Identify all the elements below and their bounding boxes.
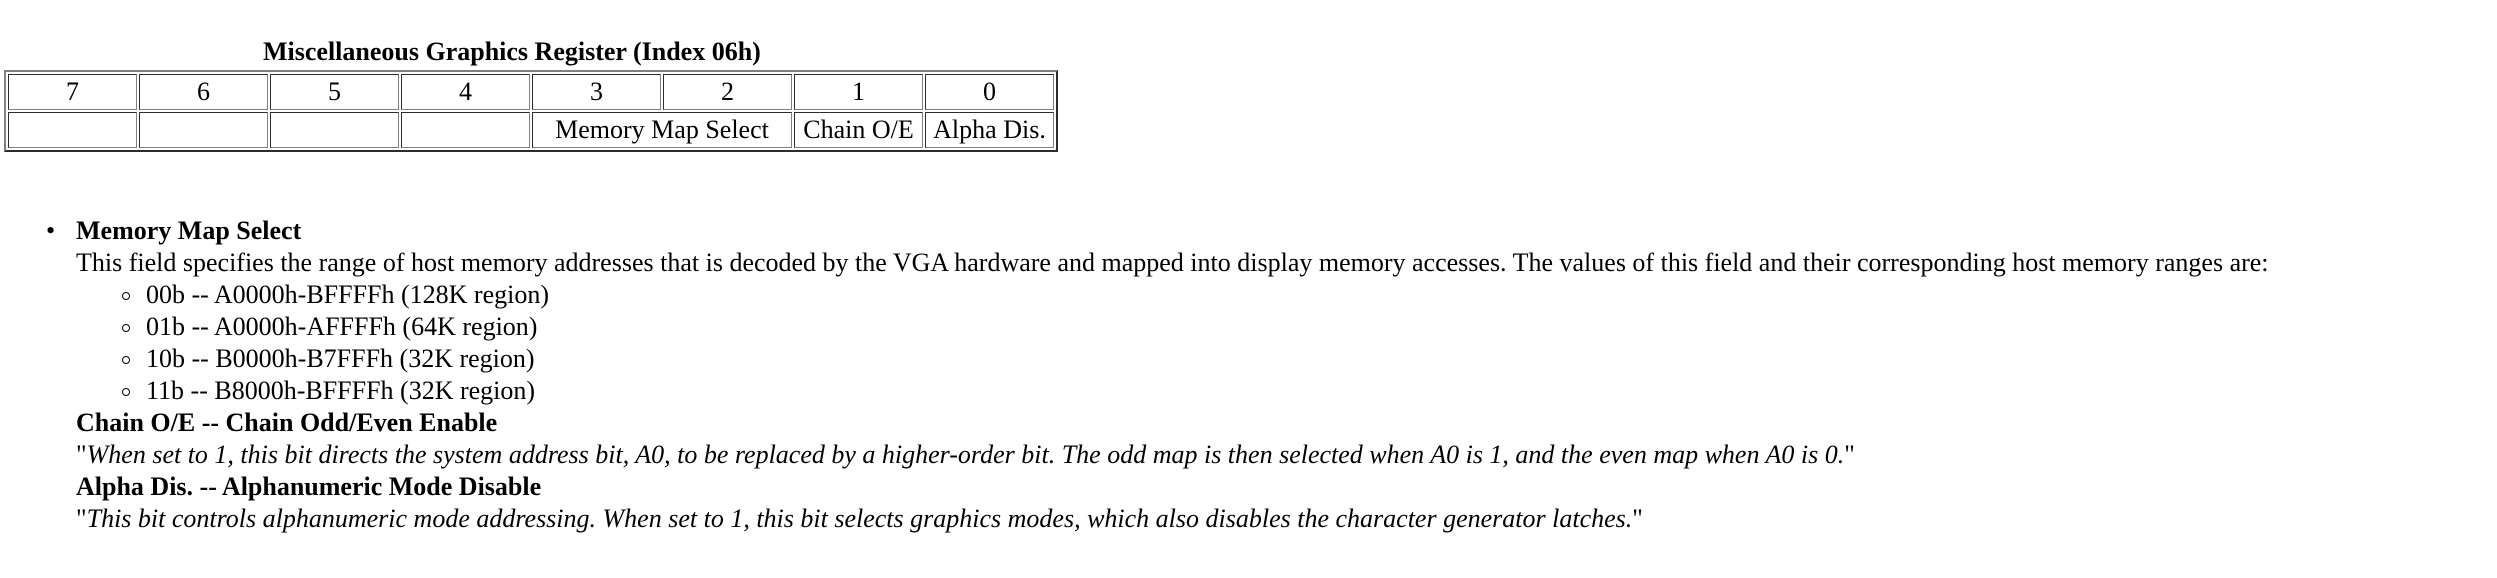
field-bit-5-empty [270,112,399,148]
field-alpha-dis: Alpha Dis. [925,112,1054,148]
bit-number-5: 5 [270,74,399,110]
chain-oe-quote: When set to 1, this bit directs the syst… [86,440,1845,469]
memory-map-value: 00b -- A0000h-BFFFFh (128K region) [76,279,2486,311]
bit-number-6: 6 [139,74,268,110]
circle-bullet-icon [122,324,130,332]
memory-map-value: 01b -- A0000h-AFFFFh (64K region) [76,311,2486,343]
memory-map-value-text: 10b -- B0000h-B7FFFh (32K region) [146,344,535,373]
register-bit-table: 7 6 5 4 3 2 1 0 Memory Map Select Chain … [4,70,1058,152]
memory-map-value-text: 00b -- A0000h-BFFFFh (128K region) [146,280,550,309]
memory-map-select-title: Memory Map Select [76,216,302,245]
circle-bullet-icon [122,356,130,364]
bit-number-7: 7 [8,74,137,110]
field-bit-6-empty [139,112,268,148]
circle-bullet-icon [122,388,130,396]
chain-oe-title: Chain O/E -- Chain Odd/Even Enable [76,408,498,437]
bit-number-4: 4 [401,74,530,110]
memory-map-value-text: 11b -- B8000h-BFFFFh (32K region) [146,376,536,405]
quote-open: " [76,504,87,533]
alpha-dis-title: Alpha Dis. -- Alphanumeric Mode Disable [76,472,542,501]
bullet-icon: • [46,216,56,245]
memory-map-value: 10b -- B0000h-B7FFFh (32K region) [76,343,2486,375]
quote-open: " [76,440,87,469]
field-bit-4-empty [401,112,530,148]
field-row: Memory Map Select Chain O/E Alpha Dis. [8,112,1054,148]
field-description-item: Memory Map Select This field specifies t… [76,215,2486,535]
memory-map-values-list: 00b -- A0000h-BFFFFh (128K region) 01b -… [76,279,2486,407]
circle-bullet-icon [122,292,130,300]
memory-map-select-text: This field specifies the range of host m… [76,248,2269,277]
memory-map-value: 11b -- B8000h-BFFFFh (32K region) [76,375,2486,407]
chain-oe-description: "When set to 1, this bit directs the sys… [76,439,2486,471]
register-caption: Miscellaneous Graphics Register (Index 0… [263,37,761,66]
quote-close: " [1632,504,1643,533]
alpha-dis-quote: This bit controls alphanumeric mode addr… [86,504,1633,533]
bit-number-0: 0 [925,74,1054,110]
bit-number-1: 1 [794,74,923,110]
bit-number-3: 3 [532,74,661,110]
bit-number-2: 2 [663,74,792,110]
field-memory-map-select: Memory Map Select [532,112,792,148]
field-bit-7-empty [8,112,137,148]
field-chain-oe: Chain O/E [794,112,923,148]
bit-number-row: 7 6 5 4 3 2 1 0 [8,74,1054,110]
alpha-dis-description: "This bit controls alphanumeric mode add… [76,503,2486,535]
memory-map-value-text: 01b -- A0000h-AFFFFh (64K region) [146,312,538,341]
quote-close: " [1844,440,1855,469]
